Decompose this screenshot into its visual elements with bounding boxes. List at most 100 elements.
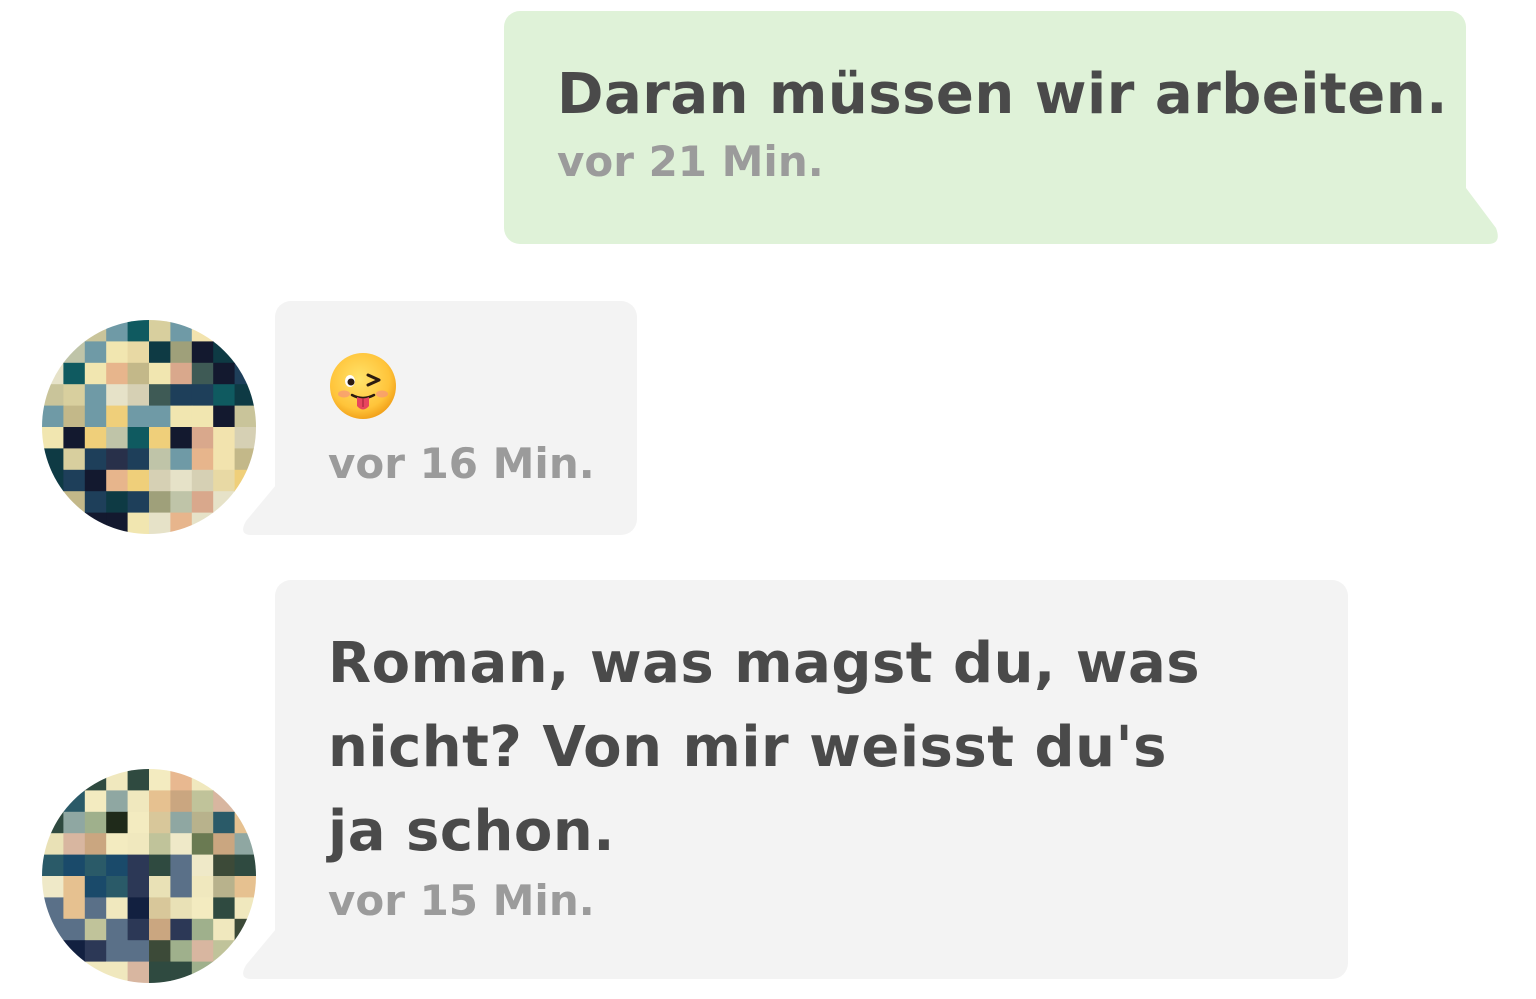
avatar-pixel bbox=[234, 362, 256, 385]
avatar-pixel bbox=[213, 469, 236, 492]
avatar-pixel bbox=[84, 448, 107, 471]
avatar-pixel bbox=[106, 811, 129, 834]
avatar-pixel bbox=[42, 769, 64, 791]
avatar-pixel bbox=[170, 320, 193, 342]
avatar-pixel bbox=[170, 405, 193, 428]
avatar-pixel bbox=[191, 427, 214, 449]
avatar-pixel bbox=[63, 491, 86, 514]
avatar-pixel bbox=[127, 512, 150, 534]
avatar-pixel bbox=[42, 448, 64, 471]
avatar-pixel bbox=[106, 341, 129, 364]
avatar-pixel bbox=[106, 833, 129, 856]
avatar-pixel bbox=[42, 897, 64, 920]
avatar-pixel bbox=[127, 405, 150, 428]
avatar-pixel bbox=[42, 362, 64, 385]
avatar-pixel bbox=[149, 427, 171, 449]
avatar-pixel bbox=[170, 769, 193, 791]
avatar-pixel bbox=[149, 384, 171, 407]
avatar-pixel bbox=[63, 769, 86, 791]
avatar-pixel bbox=[234, 427, 256, 449]
avatar-pixel bbox=[106, 384, 129, 407]
avatar-pixel bbox=[106, 876, 129, 898]
avatar-pixel bbox=[42, 833, 64, 856]
avatar[interactable] bbox=[42, 769, 256, 983]
avatar-pixel bbox=[191, 961, 214, 983]
avatar-pixel bbox=[149, 918, 171, 941]
avatar-pixel bbox=[234, 405, 256, 428]
avatar-pixel bbox=[149, 405, 171, 428]
avatar-pixel bbox=[149, 854, 171, 877]
avatar-pixel bbox=[170, 854, 193, 877]
avatar-pixel bbox=[84, 320, 107, 342]
avatar-pixel bbox=[63, 427, 86, 449]
avatar-pixel bbox=[170, 790, 193, 813]
avatar-pixel bbox=[106, 790, 129, 813]
avatar-pixel bbox=[63, 897, 86, 920]
avatar-pixel bbox=[170, 427, 193, 449]
chat-thread: Daran müssen wir arbeiten. vor 21 Min. v… bbox=[0, 0, 1536, 999]
avatar-pixel bbox=[213, 918, 236, 941]
avatar-pixel bbox=[213, 876, 236, 898]
avatar-pixel bbox=[106, 918, 129, 941]
avatar-pixel bbox=[191, 854, 214, 877]
avatar-pixel bbox=[63, 940, 86, 963]
avatar-pixel bbox=[84, 876, 107, 898]
avatar-pixel bbox=[42, 384, 64, 407]
avatar-pixel bbox=[170, 448, 193, 471]
avatar-pixel bbox=[234, 384, 256, 407]
avatar-pixel bbox=[213, 427, 236, 449]
avatar-pixel bbox=[191, 876, 214, 898]
avatar-pixel bbox=[170, 833, 193, 856]
avatar-pixel bbox=[213, 405, 236, 428]
avatar-pixel bbox=[149, 491, 171, 514]
bubble-tail-incoming bbox=[243, 929, 300, 979]
avatar-pixel bbox=[63, 405, 86, 428]
avatar-pixel bbox=[213, 940, 236, 963]
avatar-pixel bbox=[127, 961, 150, 983]
bubble-tail-incoming bbox=[243, 485, 300, 535]
avatar-pixel bbox=[149, 362, 171, 385]
avatar-pixel bbox=[191, 362, 214, 385]
message-bubble-outgoing[interactable]: Daran müssen wir arbeiten. vor 21 Min. bbox=[504, 11, 1466, 244]
avatar-pixel bbox=[106, 362, 129, 385]
avatar-pixel bbox=[42, 427, 64, 449]
avatar-pixel bbox=[234, 448, 256, 471]
avatar-pixel bbox=[106, 491, 129, 514]
avatar-pixel bbox=[149, 320, 171, 342]
avatar-pixel bbox=[213, 961, 236, 983]
avatar-pixel bbox=[127, 384, 150, 407]
avatar-pixel bbox=[170, 940, 193, 963]
message-bubble-incoming[interactable]: vor 16 Min. bbox=[275, 301, 637, 535]
avatar-pixel bbox=[42, 790, 64, 813]
avatar-pixel bbox=[84, 362, 107, 385]
avatar-pixel bbox=[234, 897, 256, 920]
avatar-pixel bbox=[106, 512, 129, 534]
avatar-pixel bbox=[84, 769, 107, 791]
avatar-pixel bbox=[63, 833, 86, 856]
avatar-pixel bbox=[127, 427, 150, 449]
avatar-pixel bbox=[149, 961, 171, 983]
avatar-pixel bbox=[191, 833, 214, 856]
avatar-pixel bbox=[42, 512, 64, 534]
message-text: Roman, was magst du, was nicht? Von mir … bbox=[328, 631, 1201, 864]
avatar-pixel bbox=[191, 384, 214, 407]
avatar-pixel bbox=[106, 448, 129, 471]
avatar-pixel bbox=[63, 512, 86, 534]
avatar-pixel bbox=[106, 769, 129, 791]
avatar-pixel bbox=[63, 384, 86, 407]
message-bubble-incoming[interactable]: Roman, was magst du, was nicht? Von mir … bbox=[275, 580, 1348, 979]
avatar-pixel bbox=[170, 384, 193, 407]
avatar-pixel bbox=[63, 362, 86, 385]
avatar-pixel bbox=[191, 491, 214, 514]
avatar-pixel bbox=[106, 897, 129, 920]
avatar-pixel bbox=[149, 897, 171, 920]
avatar-pixel bbox=[191, 448, 214, 471]
avatar-pixel bbox=[63, 469, 86, 492]
avatar-pixel bbox=[149, 512, 171, 534]
avatar[interactable] bbox=[42, 320, 256, 534]
avatar-pixel bbox=[127, 897, 150, 920]
avatar-pixel bbox=[234, 320, 256, 342]
avatar-pixel bbox=[170, 918, 193, 941]
avatar-pixel bbox=[127, 833, 150, 856]
avatar-pixel bbox=[63, 918, 86, 941]
